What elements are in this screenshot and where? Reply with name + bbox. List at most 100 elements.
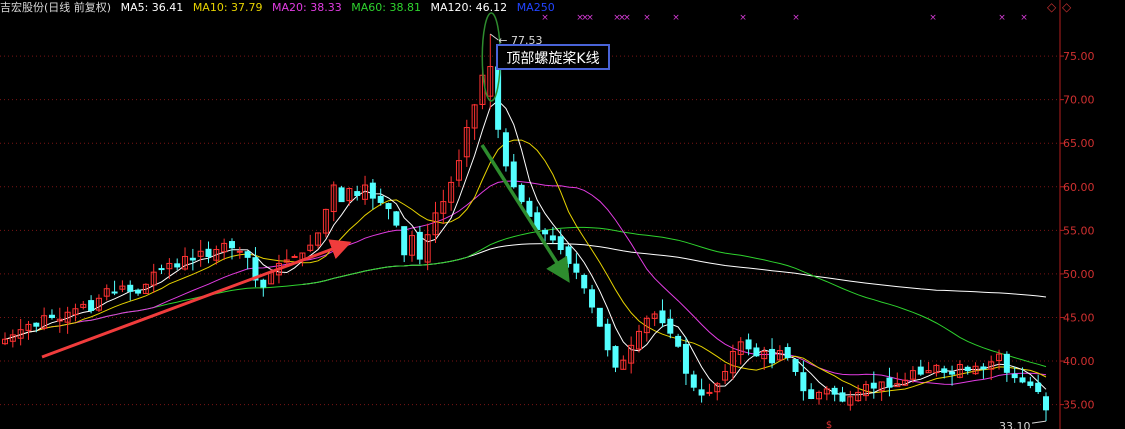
candle-down [675, 335, 682, 347]
event-marker: × [739, 13, 747, 23]
candle-down [1019, 377, 1026, 383]
price-axis: 75.00 70.00 65.00 60.00 55.00 50.00 45.00 40.00… [1059, 0, 1095, 429]
event-marker: × [643, 13, 651, 23]
high-pointer [489, 33, 499, 41]
candle-down [753, 347, 760, 357]
candle-down [596, 307, 603, 327]
candle-down [1011, 373, 1018, 379]
candle-down [385, 203, 392, 210]
candle-down [510, 161, 517, 188]
tick-label: 50.00 [1063, 268, 1095, 281]
candle-down [48, 314, 55, 318]
trend-arrows [41, 12, 570, 359]
candle-down [174, 263, 181, 268]
candle-down [604, 323, 611, 351]
candle-up [706, 391, 713, 394]
uptrend-arrow [41, 239, 352, 359]
event-marker: × [541, 13, 549, 23]
candle-down [980, 366, 987, 370]
candle-down [33, 322, 40, 327]
candle-down [549, 235, 556, 241]
candle-down [667, 318, 674, 334]
candle-down [518, 184, 525, 203]
candle-down [244, 251, 251, 258]
candle-down [158, 268, 165, 271]
candle-up [291, 255, 298, 258]
tick-label: 45.00 [1063, 311, 1095, 324]
tick-label: 40.00 [1063, 355, 1095, 368]
candle-down [542, 229, 549, 235]
candle-down [839, 392, 846, 402]
candle-down [502, 132, 509, 167]
candle-down [917, 366, 924, 375]
candle-down [870, 382, 877, 389]
low-pointer [1031, 420, 1047, 424]
candle-down [354, 191, 361, 196]
candle-down [401, 226, 408, 256]
candle-down [557, 236, 564, 251]
candles [2, 34, 1049, 422]
candle-down [1027, 381, 1034, 386]
tick-label: 35.00 [1063, 399, 1095, 412]
candle-down [573, 263, 580, 273]
dividend-marker: $ [826, 420, 832, 429]
candle-down [111, 291, 118, 294]
candle-up [236, 250, 243, 253]
ma60-line [83, 226, 1047, 368]
tick-label: 75.00 [1063, 50, 1095, 63]
event-marker: × [792, 13, 800, 23]
candle-down [941, 368, 948, 373]
candle-down [565, 246, 572, 264]
tick-label: 60.00 [1063, 181, 1095, 194]
candle-down [338, 187, 345, 203]
candle-down [808, 389, 815, 400]
candle-down [682, 343, 689, 374]
event-marker: × [623, 13, 631, 23]
tick-label: 70.00 [1063, 94, 1095, 107]
candle-down [612, 346, 619, 368]
candle-down [769, 348, 776, 364]
event-marker: × [672, 13, 680, 23]
downtrend-arrow [480, 144, 570, 283]
candle-down [377, 195, 384, 203]
tick-label: 65.00 [1063, 137, 1095, 150]
candle-down [690, 374, 697, 388]
candle-down [1035, 382, 1042, 393]
candle-down [260, 279, 267, 288]
candle-down [964, 366, 971, 372]
grid-lines [0, 55, 1060, 406]
candle-down [369, 182, 376, 199]
candle-down [659, 310, 666, 324]
ma120-line [302, 242, 1047, 298]
candle-down [88, 300, 95, 312]
low-label: 33.10 [999, 420, 1031, 429]
annotation-box: 顶部螺旋桨K线 [496, 44, 610, 70]
tick-label: 55.00 [1063, 224, 1095, 237]
moving-averages [4, 100, 1047, 396]
candle-down [745, 339, 752, 350]
candle-down [189, 257, 196, 261]
candle-down [228, 241, 235, 249]
candle-down [1043, 396, 1049, 411]
event-marker: × [586, 13, 594, 23]
candle-down [792, 359, 799, 372]
candle-down [800, 372, 807, 392]
candle-down [135, 289, 142, 294]
candle-down [127, 284, 134, 292]
candle-down [393, 211, 400, 226]
event-marker: × [1020, 13, 1028, 23]
ma5-line [4, 100, 1047, 396]
candle-down [205, 248, 212, 257]
candle-down [886, 377, 893, 388]
candle-down [949, 371, 956, 375]
annotation-text: 顶部螺旋桨K线 [506, 51, 600, 67]
candle-down [784, 347, 791, 359]
candle-down [698, 389, 705, 396]
candle-down [581, 274, 588, 289]
event-marker: × [929, 13, 937, 23]
candle-down [416, 231, 423, 260]
candle-down [589, 289, 596, 308]
event-marker: × [998, 13, 1006, 23]
candle-down [831, 387, 838, 395]
candle-down [1003, 353, 1010, 373]
